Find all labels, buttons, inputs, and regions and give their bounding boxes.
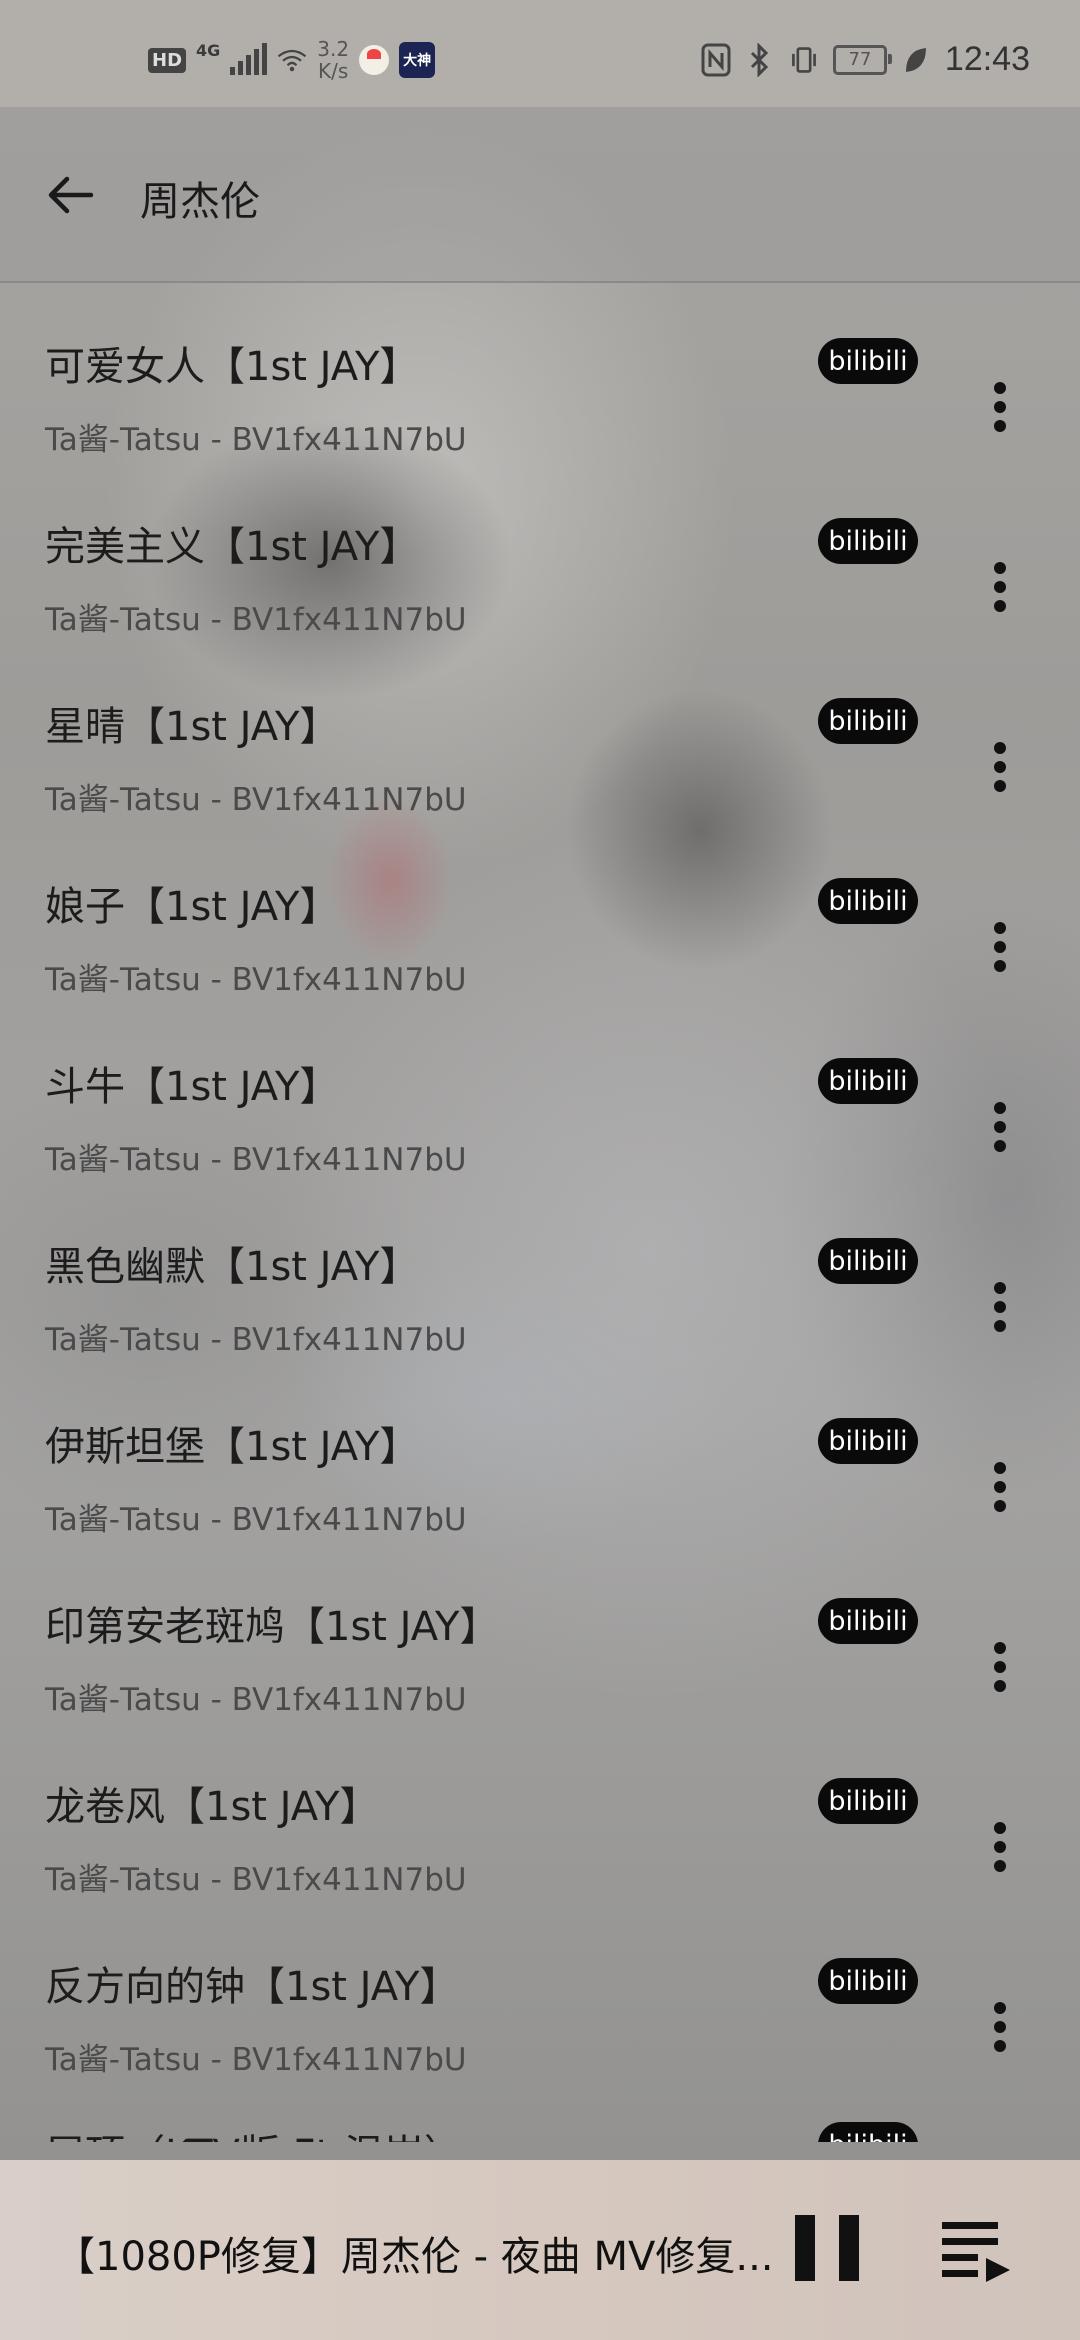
nfc-icon — [701, 43, 731, 77]
song-row[interactable]: 可爱女人【1st JAY】 Ta酱-Tatsu - BV1fx411N7bU bil… — [0, 282, 1080, 462]
song-subtitle: Ta酱-Tatsu - BV1fx411N7bU — [45, 2042, 467, 2078]
song-row[interactable]: 娘子【1st JAY】 Ta酱-Tatsu - BV1fx411N7bU bilib… — [0, 822, 1080, 1002]
app-header: 周杰伦 — [0, 107, 1080, 283]
network-speed: 3.2 K/s — [317, 38, 349, 82]
song-title: 黑色幽默【1st JAY】 — [45, 1244, 420, 1290]
song-title: 完美主义【1st JAY】 — [45, 524, 420, 570]
more-options-button[interactable] — [970, 1992, 1030, 2062]
source-badge: bilibili — [818, 518, 918, 564]
more-options-button[interactable] — [970, 372, 1030, 442]
song-title: 娘子【1st JAY】 — [45, 884, 340, 930]
more-options-button[interactable] — [970, 732, 1030, 802]
song-row[interactable]: 印第安老斑鸠【1st JAY】 Ta酱-Tatsu - BV1fx411N7bU b… — [0, 1542, 1080, 1722]
now-playing-title[interactable]: 【1080P修复】周杰伦 - 夜曲 MV修复... — [55, 2224, 775, 2282]
more-options-button[interactable] — [970, 912, 1030, 982]
more-vertical-icon — [994, 562, 1006, 612]
more-vertical-icon — [994, 922, 1006, 972]
song-row[interactable]: 屋顶（KTV版 Ft.温岚） bilibili — [0, 2082, 1080, 2142]
song-row[interactable]: 完美主义【1st JAY】 Ta酱-Tatsu - BV1fx411N7bU bil… — [0, 462, 1080, 642]
song-subtitle: Ta酱-Tatsu - BV1fx411N7bU — [45, 782, 467, 818]
song-row[interactable]: 斗牛【1st JAY】 Ta酱-Tatsu - BV1fx411N7bU bilib… — [0, 1002, 1080, 1182]
arrow-left-icon — [48, 176, 94, 214]
battery-icon: 77 — [832, 44, 892, 75]
more-options-button[interactable] — [970, 1092, 1030, 1162]
song-title: 斗牛【1st JAY】 — [45, 1064, 340, 1110]
song-row[interactable]: 黑色幽默【1st JAY】 Ta酱-Tatsu - BV1fx411N7bU bil… — [0, 1182, 1080, 1362]
vibrate-icon — [789, 43, 819, 77]
more-vertical-icon — [994, 742, 1006, 792]
clock: 12:43 — [944, 40, 1030, 78]
song-title: 可爱女人【1st JAY】 — [45, 344, 420, 390]
more-options-button[interactable] — [970, 1632, 1030, 1702]
more-vertical-icon — [994, 1282, 1006, 1332]
playlist-queue-button[interactable] — [938, 2208, 1018, 2288]
cake-app-icon — [359, 45, 390, 75]
source-badge: bilibili — [818, 1778, 918, 1824]
status-bar: HD 4G 3.2 K/s 大神 77 12:43 — [0, 0, 1080, 107]
leaf-icon — [901, 43, 931, 77]
mini-player[interactable]: 【1080P修复】周杰伦 - 夜曲 MV修复... — [0, 2160, 1080, 2340]
speed-unit: K/s — [318, 59, 349, 83]
more-options-button[interactable] — [970, 1452, 1030, 1522]
more-vertical-icon — [994, 1102, 1006, 1152]
song-list[interactable]: 可爱女人【1st JAY】 Ta酱-Tatsu - BV1fx411N7bU bil… — [0, 282, 1080, 2142]
song-row[interactable]: 星晴【1st JAY】 Ta酱-Tatsu - BV1fx411N7bU bilib… — [0, 642, 1080, 822]
source-badge: bilibili — [818, 878, 918, 924]
song-title: 龙卷风【1st JAY】 — [45, 1784, 380, 1830]
page-title: 周杰伦 — [140, 179, 260, 225]
network-type: 4G — [196, 40, 221, 60]
signal-icon — [230, 43, 268, 75]
source-badge: bilibili — [818, 2122, 918, 2142]
song-row[interactable]: 龙卷风【1st JAY】 Ta酱-Tatsu - BV1fx411N7bU bili… — [0, 1722, 1080, 1902]
status-right: 77 12:43 — [701, 40, 1030, 79]
song-subtitle: Ta酱-Tatsu - BV1fx411N7bU — [45, 422, 467, 458]
speed-value: 3.2 — [317, 37, 350, 61]
source-badge: bilibili — [818, 1958, 918, 2004]
song-subtitle: Ta酱-Tatsu - BV1fx411N7bU — [45, 1862, 467, 1898]
more-options-button[interactable] — [970, 1272, 1030, 1342]
wifi-icon — [277, 43, 307, 77]
more-vertical-icon — [994, 1822, 1006, 1872]
pause-icon — [795, 2210, 859, 2286]
source-badge: bilibili — [818, 698, 918, 744]
more-vertical-icon — [994, 382, 1006, 432]
pause-button[interactable] — [795, 2210, 859, 2286]
more-vertical-icon — [994, 1462, 1006, 1512]
playlist-queue-icon — [942, 2222, 1010, 2282]
song-title: 印第安老斑鸠【1st JAY】 — [45, 1604, 500, 1650]
song-subtitle: Ta酱-Tatsu - BV1fx411N7bU — [45, 1502, 467, 1538]
more-options-button[interactable] — [970, 1812, 1030, 1882]
source-badge: bilibili — [818, 1598, 918, 1644]
back-button[interactable] — [30, 155, 110, 235]
more-vertical-icon — [994, 2002, 1006, 2052]
source-badge: bilibili — [818, 1238, 918, 1284]
source-badge: bilibili — [818, 1058, 918, 1104]
song-title: 星晴【1st JAY】 — [45, 704, 340, 750]
status-left: HD 4G 3.2 K/s 大神 — [148, 38, 436, 82]
song-subtitle: Ta酱-Tatsu - BV1fx411N7bU — [45, 1682, 467, 1718]
song-subtitle: Ta酱-Tatsu - BV1fx411N7bU — [45, 1142, 467, 1178]
song-row[interactable]: 反方向的钟【1st JAY】 Ta酱-Tatsu - BV1fx411N7bU bi… — [0, 1902, 1080, 2082]
song-subtitle: Ta酱-Tatsu - BV1fx411N7bU — [45, 602, 467, 638]
song-subtitle: Ta酱-Tatsu - BV1fx411N7bU — [45, 962, 467, 998]
hd-badge: HD — [148, 47, 187, 73]
song-row[interactable]: 伊斯坦堡【1st JAY】 Ta酱-Tatsu - BV1fx411N7bU bil… — [0, 1362, 1080, 1542]
song-title: 伊斯坦堡【1st JAY】 — [45, 1424, 420, 1470]
source-badge: bilibili — [818, 338, 918, 384]
dashen-app-icon: 大神 — [399, 42, 436, 78]
song-title: 屋顶（KTV版 Ft.温岚） — [45, 2122, 464, 2142]
source-badge: bilibili — [818, 1418, 918, 1464]
more-vertical-icon — [994, 1642, 1006, 1692]
song-subtitle: Ta酱-Tatsu - BV1fx411N7bU — [45, 1322, 467, 1358]
song-title: 反方向的钟【1st JAY】 — [45, 1964, 460, 2010]
more-options-button[interactable] — [970, 552, 1030, 622]
bluetooth-icon — [745, 42, 775, 77]
